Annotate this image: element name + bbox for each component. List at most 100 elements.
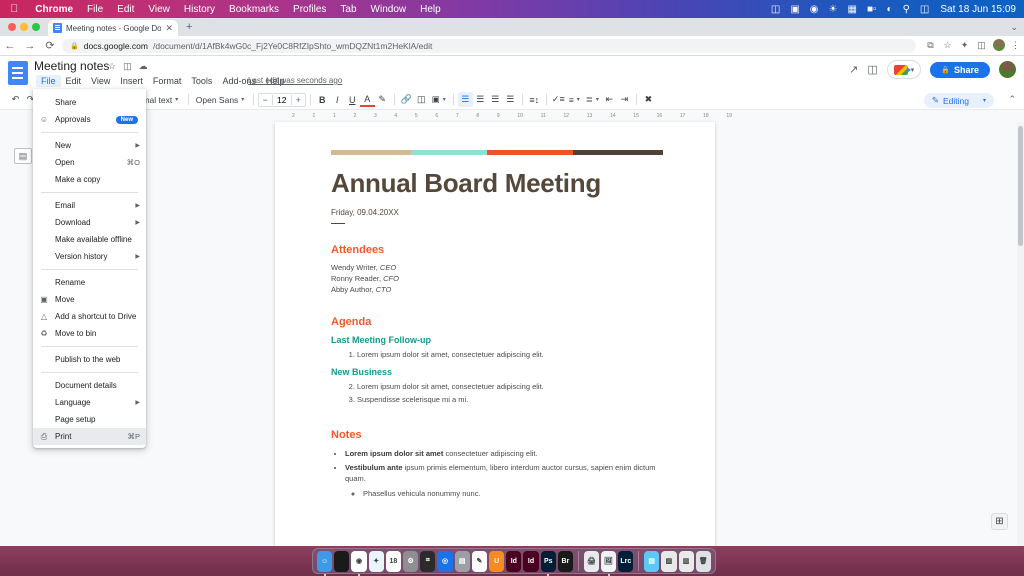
- increase-indent-button[interactable]: ⇥: [617, 92, 632, 107]
- text-color-button[interactable]: A: [360, 92, 375, 107]
- move-to-folder-icon[interactable]: ◫: [123, 61, 132, 72]
- highlight-color-button[interactable]: ✎: [375, 92, 390, 107]
- font-size-value[interactable]: 12: [272, 95, 292, 105]
- file-menu-item-open[interactable]: Open ⌘O: [33, 154, 146, 171]
- screenshot-stack-icon[interactable]: ▨: [661, 551, 676, 572]
- align-left-button[interactable]: ☰: [458, 92, 473, 107]
- close-window-button[interactable]: [8, 23, 16, 31]
- font-size-stepper[interactable]: − 12 +: [258, 93, 306, 107]
- indesign-icon[interactable]: Id: [506, 551, 521, 572]
- insert-link-button[interactable]: 🔗: [399, 92, 414, 107]
- menubar-item-tab[interactable]: Tab: [333, 4, 363, 15]
- forward-button[interactable]: →: [20, 40, 40, 52]
- spotlight-search-icon[interactable]: ⚲: [898, 4, 915, 15]
- dropbox-icon[interactable]: ◉: [805, 4, 824, 15]
- menubar-clock[interactable]: Sat 18 Jun 15:09: [934, 4, 1016, 15]
- file-menu-item-share[interactable]: Share: [33, 94, 146, 111]
- calendar-icon[interactable]: 18: [386, 551, 401, 572]
- notes-icon[interactable]: ✎: [472, 551, 487, 572]
- cloud-saved-icon[interactable]: ☁: [139, 61, 148, 72]
- browser-tab[interactable]: Meeting notes - Google Docs ✕: [48, 20, 178, 36]
- printer-app-icon[interactable]: 🖨: [584, 551, 599, 572]
- font-size-increase-button[interactable]: +: [292, 95, 305, 105]
- file-menu-item-publish-to-the-web[interactable]: Publish to the web: [33, 351, 146, 368]
- editing-mode-selector[interactable]: ✎ Editing ▾: [924, 93, 994, 108]
- tab-search-chevron-icon[interactable]: ⌄: [1010, 22, 1018, 33]
- file-menu-item-language[interactable]: Language ▶: [33, 394, 146, 411]
- reload-button[interactable]: ⟳: [40, 39, 60, 52]
- file-menu-item-page-setup[interactable]: Page setup: [33, 411, 146, 428]
- safari-icon[interactable]: ✦: [369, 551, 384, 572]
- maximize-window-button[interactable]: [32, 23, 40, 31]
- undo-button[interactable]: ↶: [8, 92, 23, 107]
- file-menu-item-move-to-bin[interactable]: ♻ Move to bin: [33, 325, 146, 342]
- file-menu-item-print[interactable]: ⎙ Print ⌘P: [33, 428, 146, 445]
- font-family-select[interactable]: Open Sans ▾: [193, 95, 249, 105]
- app-store-icon[interactable]: ◎: [437, 551, 452, 572]
- menubar-item-chrome[interactable]: Chrome: [28, 4, 80, 15]
- back-button[interactable]: ←: [0, 40, 20, 52]
- clear-formatting-button[interactable]: ✖: [641, 92, 656, 107]
- preview-icon[interactable]: 🖼: [601, 551, 616, 572]
- document-outline-icon[interactable]: ▤: [14, 148, 32, 164]
- file-menu-item-make-a-copy[interactable]: Make a copy: [33, 171, 146, 188]
- menubar-item-help[interactable]: Help: [413, 4, 448, 15]
- file-menu-item-add-shortcut-to-drive[interactable]: △ Add a shortcut to Drive: [33, 308, 146, 325]
- docs-menu-file[interactable]: File: [36, 75, 61, 87]
- extensions-puzzle-icon[interactable]: ✦: [956, 40, 973, 51]
- checklist-button[interactable]: ✓≡: [551, 92, 566, 107]
- docs-menu-format[interactable]: Format: [148, 75, 187, 87]
- italic-button[interactable]: I: [330, 92, 345, 107]
- menubar-item-profiles[interactable]: Profiles: [286, 4, 333, 15]
- terminal-icon[interactable]: [334, 551, 349, 572]
- calculator-icon[interactable]: ⌗: [420, 551, 435, 572]
- address-bar[interactable]: 🔒 docs.google.com/document/d/1AfBk4wG0c_…: [62, 39, 916, 53]
- bulleted-list-button[interactable]: ≡ ▾: [566, 95, 583, 105]
- underline-button[interactable]: U: [345, 92, 360, 107]
- file-menu-item-version-history[interactable]: Version history ▶: [33, 248, 146, 265]
- side-panel-icon[interactable]: ◫: [973, 40, 990, 51]
- indesign-2-icon[interactable]: Id: [523, 551, 538, 572]
- menubar-item-bookmarks[interactable]: Bookmarks: [222, 4, 286, 15]
- share-icon[interactable]: ⧉: [922, 40, 939, 51]
- last-edit-status[interactable]: Last edit was seconds ago: [248, 76, 342, 85]
- horizontal-ruler[interactable]: 2 1 1 2 3 4 5 6 7 8 9 10 11 12 13 14 15 …: [0, 110, 1024, 122]
- menubar-item-view[interactable]: View: [141, 4, 177, 15]
- docs-menu-tools[interactable]: Tools: [186, 75, 217, 87]
- display-icon[interactable]: ▣: [785, 4, 804, 15]
- google-meet-button[interactable]: ▾: [887, 60, 922, 79]
- menubar-item-file[interactable]: File: [80, 4, 110, 15]
- scrollbar-thumb[interactable]: [1018, 126, 1023, 246]
- file-menu-item-make-available-offline[interactable]: Make available offline: [33, 231, 146, 248]
- file-menu-item-move[interactable]: ▣ Move: [33, 291, 146, 308]
- decrease-indent-button[interactable]: ⇤: [602, 92, 617, 107]
- cloud-sync-icon[interactable]: ☀: [824, 4, 843, 15]
- wifi-icon[interactable]: ◐: [882, 4, 898, 15]
- font-size-decrease-button[interactable]: −: [259, 95, 272, 105]
- star-icon[interactable]: ☆: [108, 61, 116, 72]
- docs-menu-view[interactable]: View: [86, 75, 115, 87]
- file-menu-item-rename[interactable]: Rename: [33, 274, 146, 291]
- apple-logo-icon[interactable]: : [0, 4, 28, 15]
- vertical-scrollbar[interactable]: [1017, 122, 1024, 546]
- document-page[interactable]: Annual Board Meeting Friday, 09.04.20XX …: [275, 122, 715, 546]
- evernote-icon[interactable]: ▦: [843, 4, 862, 15]
- menubar-item-edit[interactable]: Edit: [110, 4, 141, 15]
- docs-menu-edit[interactable]: Edit: [61, 75, 87, 87]
- insert-image-button[interactable]: ▣ ▾: [429, 94, 449, 105]
- comment-history-icon[interactable]: ◫: [867, 63, 877, 76]
- control-center-icon[interactable]: ◫: [915, 4, 934, 15]
- align-right-button[interactable]: ☰: [488, 92, 503, 107]
- chrome-menu-kebab-icon[interactable]: ⋮: [1007, 40, 1024, 51]
- photoshop-icon[interactable]: Ps: [541, 551, 556, 572]
- user-avatar[interactable]: [999, 61, 1016, 78]
- menubar-item-window[interactable]: Window: [364, 4, 414, 15]
- minimize-window-button[interactable]: [20, 23, 28, 31]
- file-menu-item-new[interactable]: New ▶: [33, 137, 146, 154]
- lightroom-classic-icon[interactable]: Lrc: [618, 551, 633, 572]
- activity-dashboard-icon[interactable]: ↗: [849, 63, 858, 76]
- bold-button[interactable]: B: [315, 92, 330, 107]
- battery-icon[interactable]: ■▫: [862, 4, 882, 15]
- share-button[interactable]: 🔒 Share: [930, 62, 990, 78]
- document-title[interactable]: Meeting notes: [34, 59, 109, 73]
